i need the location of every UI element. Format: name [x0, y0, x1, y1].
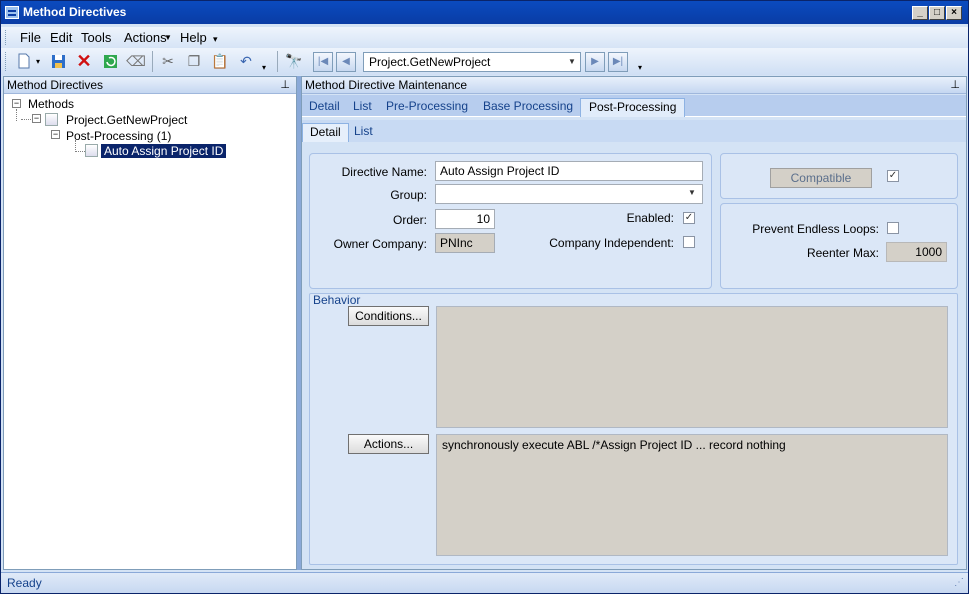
chevron-down-icon[interactable]: ▼ — [688, 188, 696, 197]
toolbar-grip[interactable] — [5, 52, 8, 71]
method-combo-value: Project.GetNewProject — [369, 55, 491, 69]
owner-company-label: Owner Company: — [333, 237, 427, 251]
order-field[interactable]: 10 — [435, 209, 495, 229]
pin-icon[interactable]: ⊥ — [950, 77, 960, 94]
save-icon[interactable] — [49, 52, 67, 70]
tree-item-method[interactable]: Project.GetNewProject — [66, 113, 187, 127]
menu-grip[interactable] — [5, 30, 8, 45]
copy-icon[interactable]: ❐ — [185, 52, 203, 70]
group-select[interactable] — [435, 184, 703, 204]
maximize-button[interactable]: □ — [929, 6, 945, 20]
directive-name-field[interactable]: Auto Assign Project ID — [435, 161, 703, 181]
reenter-max-field: 1000 — [886, 242, 947, 262]
refresh-icon[interactable] — [101, 52, 119, 70]
directive-icon — [85, 144, 98, 157]
menu-edit[interactable]: Edit — [50, 30, 72, 45]
search-icon[interactable]: 🔭 — [285, 52, 303, 70]
compatible-checkbox[interactable]: ✓ — [887, 170, 899, 182]
group-label: Group: — [390, 188, 427, 202]
chevron-down-icon[interactable]: ▼ — [564, 53, 580, 71]
first-record-icon[interactable]: |◀ — [313, 52, 333, 72]
previous-record-icon[interactable]: ◀ — [336, 52, 356, 72]
actions-button[interactable]: Actions... — [348, 434, 429, 454]
company-independent-checkbox[interactable] — [683, 236, 695, 248]
clear-icon[interactable]: ⌫ — [126, 52, 146, 70]
next-record-icon[interactable]: ▶ — [585, 52, 605, 72]
conditions-button[interactable]: Conditions... — [348, 306, 429, 326]
method-icon — [45, 113, 58, 126]
toolbar-separator — [152, 51, 153, 72]
new-icon[interactable] — [15, 52, 33, 70]
right-panel-title: Method Directive Maintenance — [305, 78, 468, 92]
behavior-title: Behavior — [313, 293, 361, 307]
tab-list[interactable]: List — [353, 98, 372, 117]
tab-pre-processing[interactable]: Pre-Processing — [386, 98, 468, 117]
subtab-detail[interactable]: Detail — [302, 123, 349, 142]
method-directives-panel: Method Directives ⊥ − Methods − Project.… — [3, 76, 297, 570]
resize-grip-icon[interactable]: ⋰ — [954, 573, 964, 593]
toolbar-overflow-icon[interactable]: ▾ — [635, 58, 645, 76]
compatible-button[interactable]: Compatible — [770, 168, 872, 188]
tree-line — [75, 151, 85, 152]
actions-text: synchronously execute ABL /*Assign Proje… — [436, 434, 948, 556]
undo-dropdown-icon[interactable]: ▾ — [259, 58, 269, 76]
status-bar: Ready ⋰ — [1, 572, 968, 593]
menu-file[interactable]: File — [20, 30, 41, 45]
toolbar-separator — [277, 51, 278, 72]
pin-icon[interactable]: ⊥ — [280, 77, 290, 94]
actions-dropdown-icon: ▼ — [164, 33, 172, 42]
prevent-loops-checkbox[interactable] — [887, 222, 899, 234]
window-title: Method Directives — [23, 5, 127, 19]
tab-detail[interactable]: Detail — [309, 98, 340, 117]
tree-line — [16, 109, 17, 121]
collapse-icon[interactable]: − — [51, 130, 60, 139]
tab-base-processing[interactable]: Base Processing — [483, 98, 573, 117]
minimize-button[interactable]: _ — [912, 6, 928, 20]
paste-icon[interactable]: 📋 — [211, 52, 229, 70]
status-text: Ready — [7, 576, 42, 590]
enabled-checkbox[interactable]: ✓ — [683, 212, 695, 224]
menubar-overflow-icon[interactable]: ▾ — [213, 34, 218, 45]
menu-tools[interactable]: Tools — [81, 30, 111, 45]
tab-post-processing[interactable]: Post-Processing — [580, 98, 686, 117]
cut-icon[interactable]: ✂ — [159, 52, 177, 70]
menu-actions[interactable]: Actions — [124, 30, 167, 45]
reenter-max-label: Reenter Max: — [806, 246, 879, 260]
tree-item-directive[interactable]: Auto Assign Project ID — [101, 144, 227, 158]
directive-name-label: Directive Name: — [341, 165, 427, 179]
menu-bar: File Edit Tools Actions ▼ Help ▾ — [1, 27, 968, 48]
left-panel-title: Method Directives — [7, 78, 104, 92]
prevent-loops-label: Prevent Endless Loops: — [752, 222, 879, 236]
order-label: Order: — [392, 213, 427, 227]
menu-help[interactable]: Help — [180, 30, 207, 45]
collapse-icon[interactable]: − — [32, 114, 41, 123]
new-dropdown-icon[interactable]: ▾ — [33, 52, 43, 70]
company-independent-label: Company Independent: — [549, 236, 674, 250]
tree-item-stage[interactable]: Post-Processing (1) — [66, 129, 171, 143]
title-bar: Method Directives _ □ × — [1, 1, 968, 24]
sub-tabs: Detail List — [302, 120, 966, 142]
tree-root-methods[interactable]: Methods — [28, 97, 74, 111]
subtab-list[interactable]: List — [354, 123, 373, 142]
app-window: Method Directives _ □ × File Edit Tools … — [0, 0, 969, 594]
main-tabs: Detail List Pre-Processing Base Processi… — [302, 95, 966, 117]
directive-maintenance-panel: Method Directive Maintenance ⊥ Detail Li… — [301, 76, 967, 570]
close-button[interactable]: × — [946, 6, 962, 20]
last-record-icon[interactable]: ▶| — [608, 52, 628, 72]
conditions-text — [436, 306, 948, 428]
undo-icon[interactable]: ↶ — [237, 52, 255, 70]
right-panel-header: Method Directive Maintenance ⊥ — [302, 77, 966, 94]
method-combo[interactable]: Project.GetNewProject ▼ — [363, 52, 581, 72]
left-panel-header: Method Directives ⊥ — [4, 77, 296, 94]
app-icon — [5, 6, 19, 19]
collapse-icon[interactable]: − — [12, 99, 21, 108]
owner-company-field: PNInc — [435, 233, 495, 253]
delete-icon[interactable]: ✕ — [75, 51, 93, 71]
enabled-label: Enabled: — [626, 211, 674, 225]
